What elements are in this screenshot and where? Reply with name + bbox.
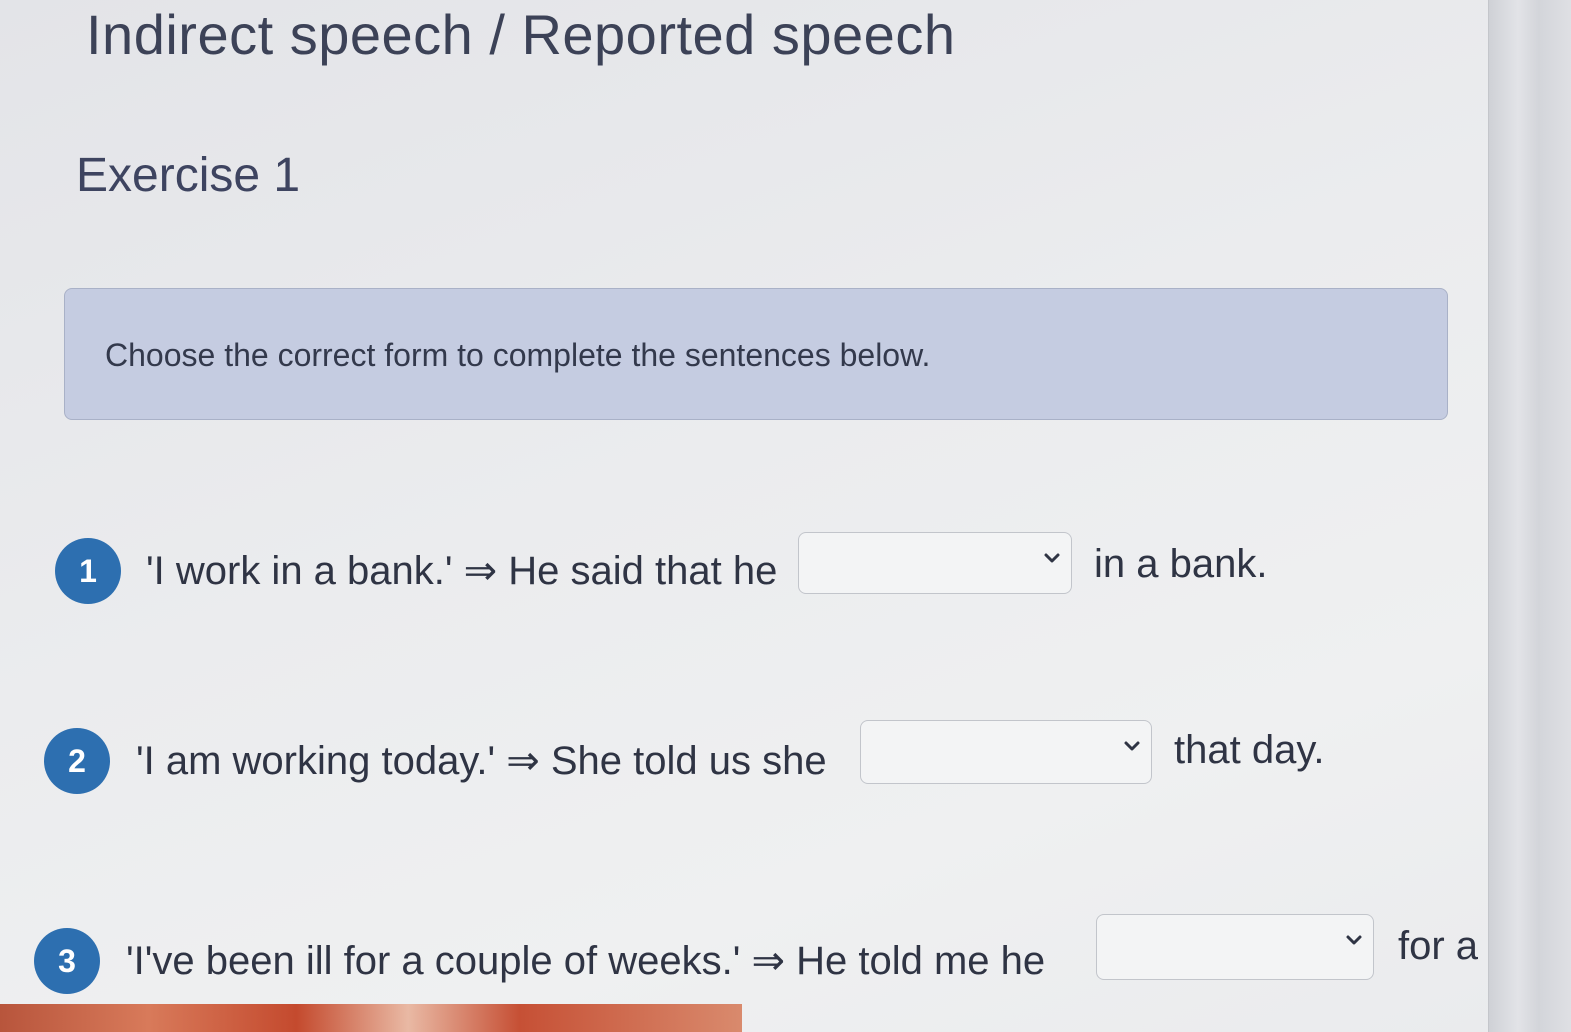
- page-scroll-edge: [1488, 0, 1571, 1032]
- chevron-down-icon: [1124, 741, 1140, 751]
- bottom-image-strip: [0, 1004, 742, 1032]
- question-suffix: in a bank.: [1094, 542, 1268, 586]
- question-prompt: 'I work in a bank.' ⇒ He said that he: [146, 549, 778, 593]
- exercise-heading: Exercise 1: [76, 149, 301, 202]
- question-number-badge: 2: [44, 728, 110, 794]
- chevron-down-icon: [1346, 935, 1362, 945]
- answer-select-3[interactable]: [1096, 914, 1374, 980]
- instructions-text: Choose the correct form to complete the …: [105, 337, 931, 373]
- question-3: 3 'I've been ill for a couple of weeks.'…: [0, 912, 1490, 994]
- question-1: 1 'I work in a bank.' ⇒ He said that he …: [0, 530, 1300, 610]
- question-number-badge: 1: [55, 538, 121, 604]
- question-prompt: 'I am working today.' ⇒ She told us she: [136, 739, 827, 783]
- instructions-box: Choose the correct form to complete the …: [64, 288, 1448, 420]
- question-suffix: for a: [1398, 924, 1479, 968]
- question-2: 2 'I am working today.' ⇒ She told us sh…: [0, 718, 1400, 798]
- question-prompt: 'I've been ill for a couple of weeks.' ⇒…: [126, 939, 1046, 983]
- question-number-badge: 3: [34, 928, 100, 994]
- answer-select-2[interactable]: [860, 720, 1152, 784]
- page-title: Indirect speech / Reported speech: [86, 3, 956, 66]
- question-suffix: that day.: [1174, 728, 1325, 772]
- chevron-down-icon: [1044, 553, 1060, 563]
- answer-select-1[interactable]: [798, 532, 1072, 594]
